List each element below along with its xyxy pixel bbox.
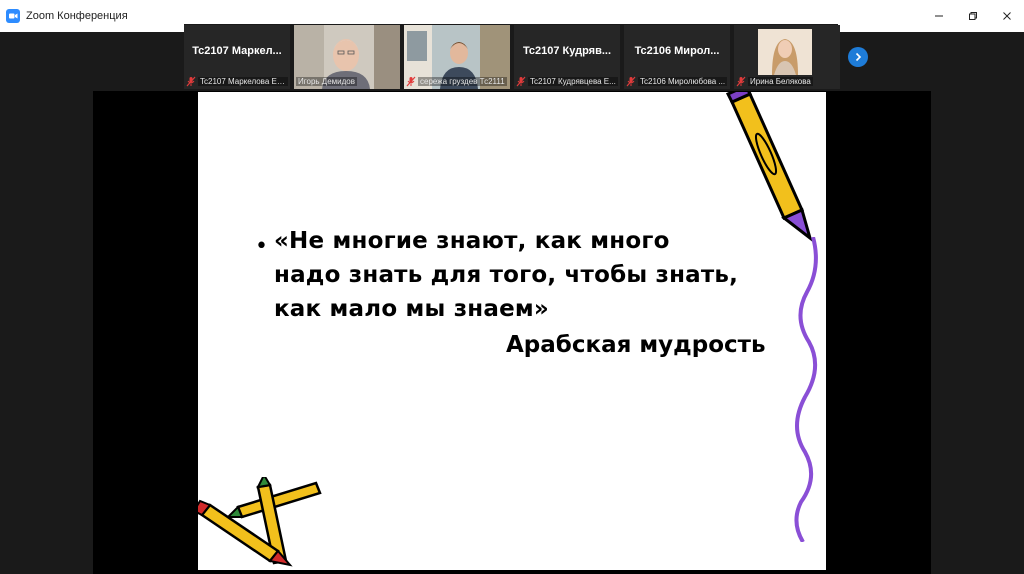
minimize-button[interactable]	[922, 0, 956, 32]
slide-quote: «Не многие знают, как много надо знать д…	[274, 224, 774, 326]
quote-line: как мало мы знаем»	[274, 296, 549, 322]
close-icon	[1003, 12, 1011, 20]
presentation-slide	[198, 92, 826, 570]
mic-muted-icon	[516, 76, 526, 87]
participant-tile[interactable]: Tc2106 Мирол... Tc2106 Миролюбова ...	[624, 25, 730, 89]
pencil-icon	[725, 92, 813, 242]
participant-tile[interactable]: Tc2107 Кудряв... Tc2107 Кудрявцева Е...	[514, 25, 620, 89]
slide-bullet: •	[255, 234, 268, 259]
participant-tile[interactable]: сережа груздев Тс2111	[404, 25, 510, 89]
mic-muted-icon	[626, 76, 636, 87]
window-title: Zoom Конференция	[26, 10, 128, 22]
participant-strip: Tc2107 Маркел... Tc2107 Маркелова Ек... …	[184, 24, 840, 90]
restore-button[interactable]	[956, 0, 990, 32]
quote-line: «Не многие знают, как много	[274, 228, 670, 254]
participant-name: Ирина Белякова	[748, 77, 813, 86]
zoom-logo-icon	[6, 9, 20, 23]
restore-icon	[969, 12, 977, 20]
participant-tile[interactable]: Ирина Белякова	[734, 25, 840, 89]
quote-line: надо знать для того, чтобы знать,	[274, 262, 739, 288]
participant-name: Tc2107 Кудрявцева Е...	[528, 77, 618, 86]
participant-name: Tc2107 Маркелова Ек...	[198, 77, 288, 86]
participant-tile-active[interactable]: Игорь Демидов	[294, 25, 400, 89]
mic-muted-icon	[406, 76, 416, 87]
participant-display-name: Tc2107 Маркел...	[192, 45, 282, 57]
squiggle-line-decoration	[794, 237, 818, 542]
participant-name: Игорь Демидов	[296, 77, 357, 86]
close-button[interactable]	[990, 0, 1024, 32]
participant-display-name: Tc2107 Кудряв...	[522, 45, 611, 57]
chevron-right-icon	[855, 52, 862, 62]
minimize-icon	[935, 15, 943, 17]
mic-muted-icon	[736, 76, 746, 87]
participant-name: Tc2106 Миролюбова ...	[638, 77, 728, 86]
mic-muted-icon	[186, 76, 196, 87]
participant-display-name: Tc2106 Мирол...	[634, 45, 720, 57]
quote-author: Арабская мудрость	[506, 332, 766, 358]
participant-tile[interactable]: Tc2107 Маркел... Tc2107 Маркелова Ек...	[184, 25, 290, 89]
next-page-button[interactable]	[848, 47, 868, 67]
participant-name: сережа груздев Тс2111	[418, 77, 507, 86]
crossed-pencils-icon	[198, 477, 322, 567]
window-controls	[922, 0, 1024, 32]
